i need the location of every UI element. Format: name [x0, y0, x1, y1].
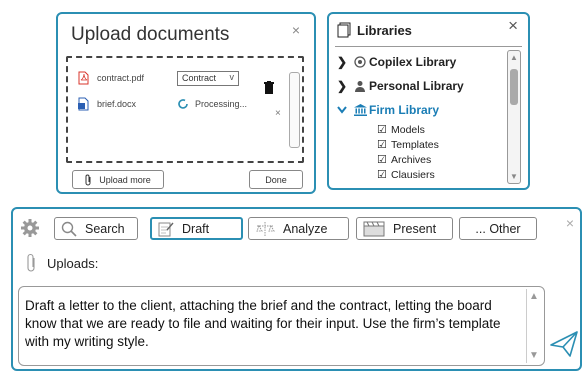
word-file-icon: [78, 97, 89, 111]
dropzone-scrollbar[interactable]: [289, 72, 300, 148]
scroll-up-icon[interactable]: ▲: [510, 53, 518, 62]
mode-other-button[interactable]: ... Other: [459, 217, 537, 240]
person-icon: [351, 80, 369, 92]
uploads-row[interactable]: Uploads:: [27, 253, 98, 273]
mode-label: Analyze: [283, 221, 328, 236]
library-item-personal[interactable]: ❯ Personal Library: [337, 74, 505, 98]
upload-dropzone[interactable]: contract.pdf Contract v brief.docx Proce…: [66, 56, 304, 163]
libraries-close-button[interactable]: ×: [508, 16, 518, 36]
checkbox-checked-icon[interactable]: ☑: [377, 123, 391, 136]
mode-analyze-button[interactable]: Analyze: [248, 217, 349, 240]
gear-icon[interactable]: [21, 219, 39, 242]
paperclip-icon: [85, 174, 91, 185]
chevron-right-icon: ❯: [337, 55, 348, 69]
subitem-label: Clausiers: [391, 168, 435, 181]
file-name: brief.docx: [97, 99, 137, 109]
bank-icon: [351, 104, 369, 116]
present-icon: [363, 221, 385, 237]
upload-more-label: Upload more: [99, 174, 151, 185]
pdf-file-icon: [78, 71, 89, 85]
library-subitem[interactable]: ☑ Clausiers: [337, 167, 505, 182]
processing-label: Processing...: [195, 99, 248, 109]
library-subitem[interactable]: ☑ Models: [337, 122, 505, 137]
document-type-value: Contract: [182, 73, 217, 83]
mode-draft-button[interactable]: Draft: [150, 217, 243, 240]
file-row: contract.pdf Contract v: [78, 68, 239, 88]
done-button[interactable]: Done: [249, 170, 303, 189]
prompt-input[interactable]: Draft a letter to the client, attaching …: [18, 286, 545, 366]
library-label: Personal Library: [369, 79, 464, 93]
prompt-scrollbar[interactable]: ▲ ▼: [526, 289, 542, 363]
mode-label: Present: [393, 221, 437, 236]
upload-dialog: Upload documents × contract.pdf Contract…: [56, 12, 316, 194]
document-type-select[interactable]: Contract v: [177, 70, 239, 86]
upload-dialog-close-button[interactable]: ×: [292, 22, 300, 38]
chevron-down-icon: v: [229, 71, 235, 82]
processing-status: Processing...: [177, 98, 247, 110]
composer-close-button[interactable]: ×: [566, 215, 574, 231]
copilex-icon: [351, 56, 369, 68]
scrollbar-thumb[interactable]: [510, 69, 518, 105]
subitem-label: Models: [391, 123, 425, 136]
file-name: contract.pdf: [97, 73, 145, 83]
subitem-label: Templates: [391, 138, 439, 151]
scroll-down-icon[interactable]: ▼: [529, 350, 539, 361]
library-label: Copilex Library: [369, 55, 457, 69]
checkbox-checked-icon[interactable]: ☑: [377, 138, 391, 151]
library-subitem[interactable]: ☑ Templates: [337, 137, 505, 152]
mode-label: Search: [85, 221, 125, 236]
checkbox-checked-icon[interactable]: ☑: [377, 153, 391, 166]
paperclip-icon: [27, 253, 35, 272]
scroll-down-icon[interactable]: ▼: [510, 172, 518, 181]
file-row: brief.docx Processing...: [78, 94, 247, 114]
checkbox-checked-icon[interactable]: ☑: [377, 168, 391, 181]
spinner-icon: [178, 99, 188, 109]
mode-present-button[interactable]: Present: [356, 217, 453, 240]
composer-panel: Search Draft Analyze Present ... Other ×…: [11, 207, 582, 371]
library-label: Firm Library: [369, 103, 440, 117]
prompt-text[interactable]: Draft a letter to the client, attaching …: [25, 297, 515, 351]
remove-file-button[interactable]: ×: [275, 108, 281, 119]
uploads-label: Uploads:: [47, 255, 99, 271]
subitem-label: Archives: [391, 153, 432, 166]
divider: [335, 46, 522, 47]
mode-label: Draft: [182, 221, 210, 236]
draft-icon: [158, 221, 174, 237]
libraries-title: Libraries: [357, 22, 412, 38]
chevron-down-icon: [337, 103, 351, 117]
chevron-right-icon: ❯: [337, 79, 348, 93]
library-stack-icon: [337, 22, 351, 38]
trash-icon[interactable]: [264, 81, 274, 99]
library-item-copilex[interactable]: ❯ Copilex Library: [337, 50, 505, 74]
library-item-firm[interactable]: Firm Library: [337, 98, 505, 122]
library-subitem[interactable]: ☑ Archives: [337, 152, 505, 167]
scroll-up-icon[interactable]: ▲: [529, 291, 539, 302]
analyze-icon: [255, 221, 275, 237]
libraries-scrollbar[interactable]: ▲ ▼: [507, 50, 521, 184]
mode-search-button[interactable]: Search: [54, 217, 138, 240]
search-icon: [61, 221, 77, 237]
upload-dialog-title: Upload documents: [71, 24, 230, 45]
libraries-header: Libraries: [337, 22, 412, 38]
library-tree: ❯ Copilex Library ❯ Personal Library Fir…: [337, 50, 505, 182]
send-icon[interactable]: [549, 329, 579, 364]
upload-more-button[interactable]: Upload more: [72, 170, 164, 189]
libraries-panel: Libraries × ❯ Copilex Library ❯ Personal…: [327, 12, 530, 190]
